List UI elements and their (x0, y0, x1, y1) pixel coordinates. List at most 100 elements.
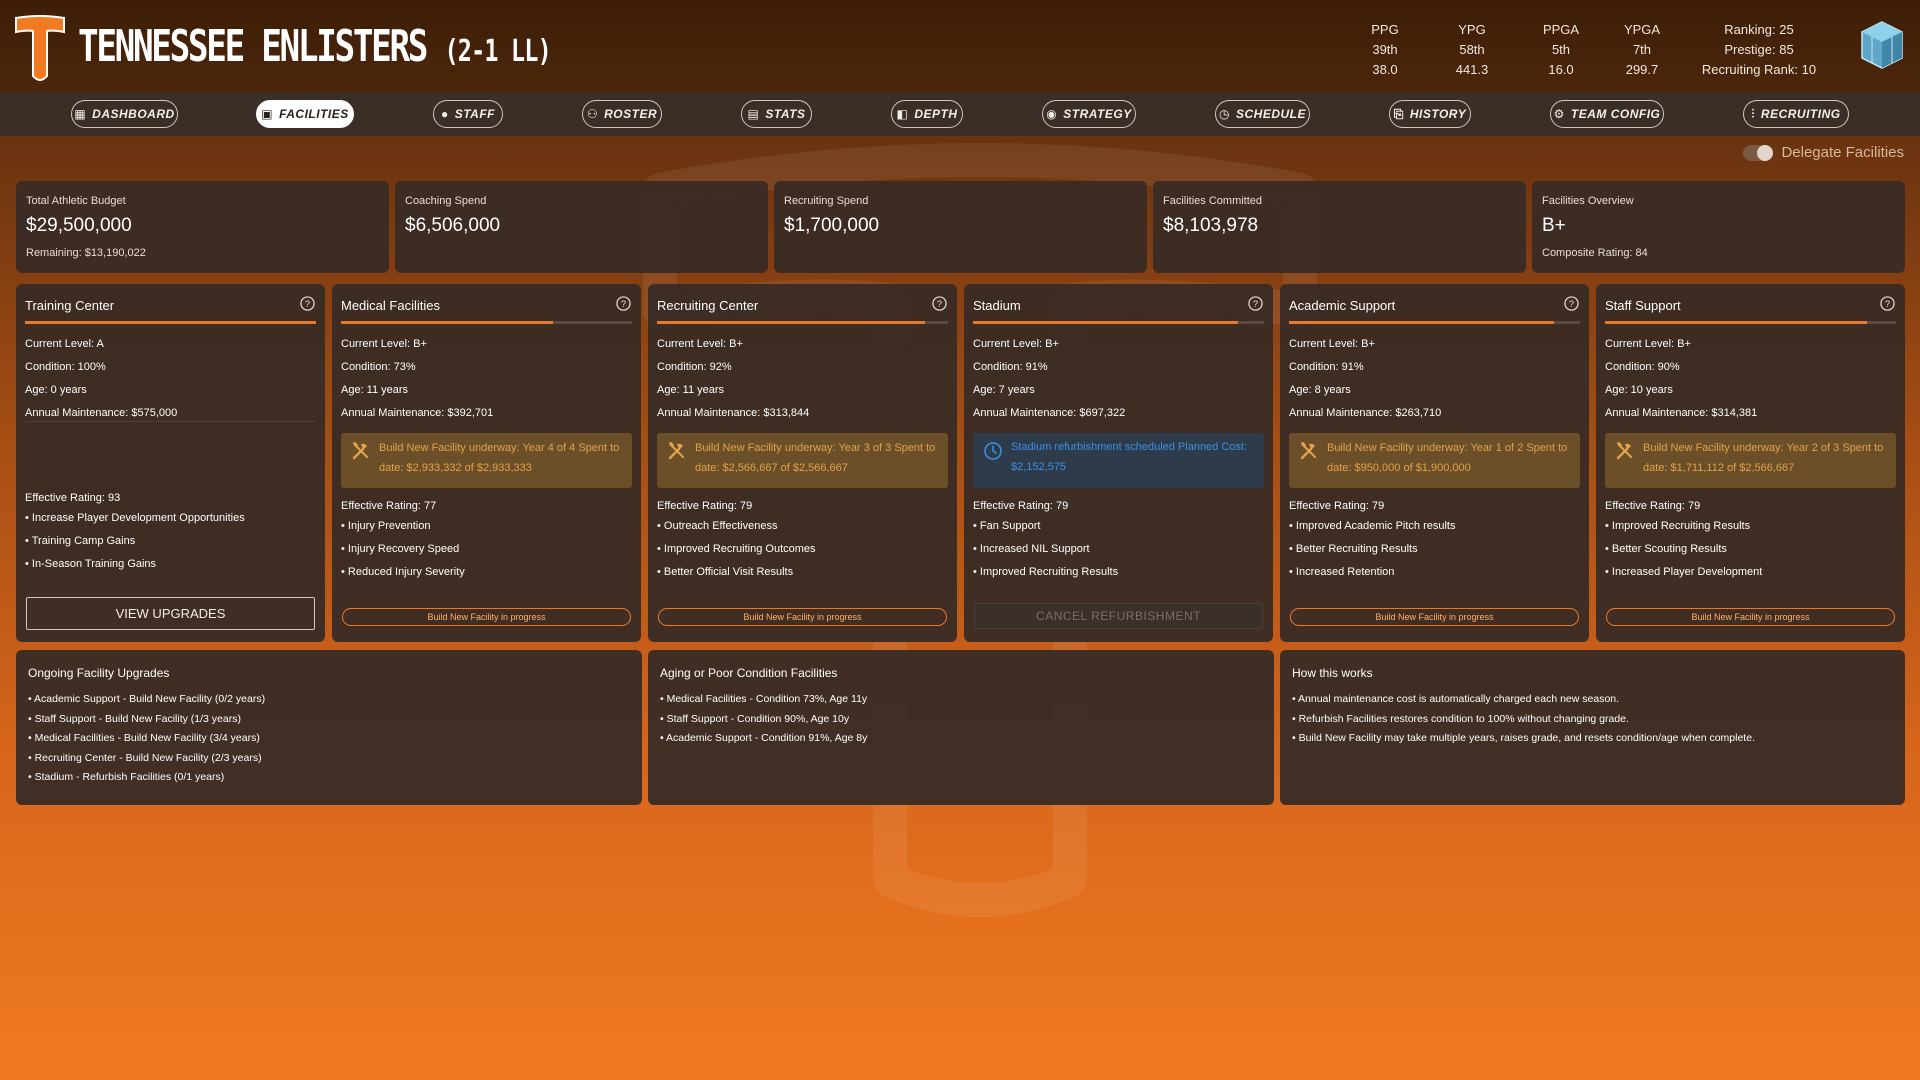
tools-icon (352, 441, 368, 460)
recruiting-rank: Recruiting Rank: 10 (1701, 62, 1817, 77)
nav-label: ROSTER (604, 107, 658, 121)
annual-maintenance: Annual Maintenance: $263,710 (1289, 407, 1442, 419)
benefit-item: Fan Support (973, 515, 1118, 538)
annual-maintenance: Annual Maintenance: $392,701 (341, 407, 494, 419)
effective-rating: Effective Rating: 79 (973, 500, 1069, 512)
help-icon[interactable]: ? (300, 296, 315, 311)
benefits-list: Improved Academic Pitch resultsBetter Re… (1289, 515, 1456, 584)
nav-staff[interactable]: ● STAFF (433, 100, 503, 128)
facility-action-button[interactable]: VIEW UPGRADES (26, 597, 315, 630)
list-item: Academic Support - Build New Facility (0… (28, 690, 265, 710)
tools-icon (1616, 441, 1632, 460)
svg-text:?: ? (1253, 299, 1258, 309)
benefit-item: Better Official Visit Results (657, 561, 816, 584)
facility-action-button[interactable]: Build New Facility in progress (658, 608, 947, 626)
benefit-item: Improved Academic Pitch results (1289, 515, 1456, 538)
summary-label: Coaching Spend (405, 195, 487, 207)
summary-value: B+ (1542, 215, 1566, 236)
nav-recruiting[interactable]: ⫶ RECRUITING (1743, 100, 1849, 128)
help-icon[interactable]: ? (1248, 296, 1263, 311)
grid-icon: ▦ (74, 107, 87, 121)
condition-bar (25, 321, 316, 324)
current-level: Current Level: B+ (341, 338, 427, 350)
effective-rating: Effective Rating: 79 (1605, 500, 1701, 512)
condition: Condition: 92% (657, 361, 732, 373)
facility-action-button[interactable]: Build New Facility in progress (342, 608, 631, 626)
notice-text: Build New Facility underway: Year 1 of 2… (1327, 442, 1568, 474)
benefit-item: Injury Prevention (341, 515, 465, 538)
summary-total-budget: Total Athletic Budget $29,500,000 Remain… (16, 181, 389, 273)
nav-stats[interactable]: ▤ STATS (741, 100, 812, 128)
condition-bar (341, 321, 632, 324)
delegate-facilities-toggle[interactable]: Delegate Facilities (1743, 144, 1904, 161)
condition-bar-fill (25, 321, 316, 324)
stat-value: 16.0 (1548, 62, 1574, 77)
nav-dashboard[interactable]: ▦ DASHBOARD (71, 100, 178, 128)
current-level: Current Level: B+ (1289, 338, 1375, 350)
svg-text:?: ? (305, 299, 310, 309)
help-icon[interactable]: ? (1564, 296, 1579, 311)
nav-schedule[interactable]: ◷ SCHEDULE (1215, 100, 1310, 128)
help-icon[interactable]: ? (1880, 296, 1895, 311)
summary-sub: Composite Rating: 84 (1542, 247, 1648, 259)
stat-rank: 7th (1632, 42, 1652, 57)
summary-value: $29,500,000 (26, 215, 132, 236)
nav-strategy[interactable]: ◉ STRATEGY (1042, 100, 1136, 128)
condition-bar-fill (1605, 321, 1867, 324)
help-icon[interactable]: ? (932, 296, 947, 311)
summary-recruiting-spend: Recruiting Spend $1,700,000 (774, 181, 1147, 273)
facility-action-button[interactable]: Build New Facility in progress (1606, 608, 1895, 626)
team-logo-icon (15, 15, 65, 81)
button-label: Build New Facility in progress (743, 612, 862, 622)
summary-facilities-overview: Facilities Overview B+ Composite Rating:… (1532, 181, 1905, 273)
how-it-works-panel: How this works Annual maintenance cost i… (1280, 650, 1905, 805)
nav-label: STRATEGY (1063, 107, 1132, 121)
benefits-list: Fan SupportIncreased NIL SupportImproved… (973, 515, 1118, 584)
condition-bar-fill (973, 321, 1238, 324)
nav-history[interactable]: ⎘ HISTORY (1389, 100, 1471, 128)
benefits-list: Injury PreventionInjury Recovery SpeedRe… (341, 515, 465, 584)
stat-value: 38.0 (1372, 62, 1398, 77)
button-label: Build New Facility in progress (427, 612, 546, 622)
condition-bar-fill (657, 321, 925, 324)
condition: Condition: 90% (1605, 361, 1680, 373)
list-item: Medical Facilities - Build New Facility … (28, 729, 265, 749)
facility-action-button[interactable]: Build New Facility in progress (1290, 608, 1579, 626)
panel-title: How this works (1292, 666, 1373, 680)
stat-label: PPG (1371, 22, 1399, 37)
benefit-item: In-Season Training Gains (25, 553, 245, 576)
benefit-item: Better Scouting Results (1605, 538, 1762, 561)
main-nav: ▦ DASHBOARD ▣ FACILITIES ● STAFF ⚇ ROSTER ▤ S… (0, 92, 1920, 136)
svg-text:?: ? (937, 299, 942, 309)
current-level: Current Level: B+ (973, 338, 1059, 350)
benefit-item: Increased Player Development (1605, 561, 1762, 584)
summary-label: Recruiting Spend (784, 195, 869, 207)
panel-title: Aging or Poor Condition Facilities (660, 666, 838, 680)
list-item: Stadium - Refurbish Facilities (0/1 year… (28, 768, 265, 788)
panel-title: Ongoing Facility Upgrades (28, 666, 170, 680)
facility-title: Academic Support (1289, 298, 1396, 313)
summary-facilities-committed: Facilities Committed $8,103,978 (1153, 181, 1526, 273)
toggle-switch[interactable] (1743, 144, 1774, 161)
nav-facilities[interactable]: ▣ FACILITIES (256, 100, 354, 128)
facility-title: Training Center (25, 298, 115, 313)
help-icon[interactable]: ? (616, 296, 631, 311)
notice-text: Stadium refurbishment scheduled Planned … (1011, 441, 1248, 473)
list-item: Staff Support - Build New Facility (1/3 … (28, 710, 265, 730)
condition-bar-fill (341, 321, 554, 324)
cube-logo-icon[interactable] (1860, 20, 1904, 70)
depth-icon: ◧ (896, 107, 909, 121)
how-list: Annual maintenance cost is automatically… (1292, 690, 1755, 749)
current-level: Current Level: A (25, 338, 104, 350)
nav-team-config[interactable]: ⚙ TEAM CONFIG (1550, 100, 1664, 128)
team-title: TENNESSEE ENLISTERS (2-1 LL) (78, 20, 552, 79)
nav-roster[interactable]: ⚇ ROSTER (582, 100, 662, 128)
nav-depth[interactable]: ◧ DEPTH (891, 100, 963, 128)
clock-icon (984, 442, 1002, 460)
stat-label: YPGA (1623, 22, 1661, 37)
divider (25, 421, 316, 422)
facility-title: Stadium (973, 298, 1021, 313)
facility-card-medical-facilities: Medical Facilities? Current Level: B+ Cond… (332, 284, 641, 642)
list-item: Annual maintenance cost is automatically… (1292, 690, 1755, 710)
stat-ppg: PPG 39th 38.0 (1340, 20, 1430, 80)
